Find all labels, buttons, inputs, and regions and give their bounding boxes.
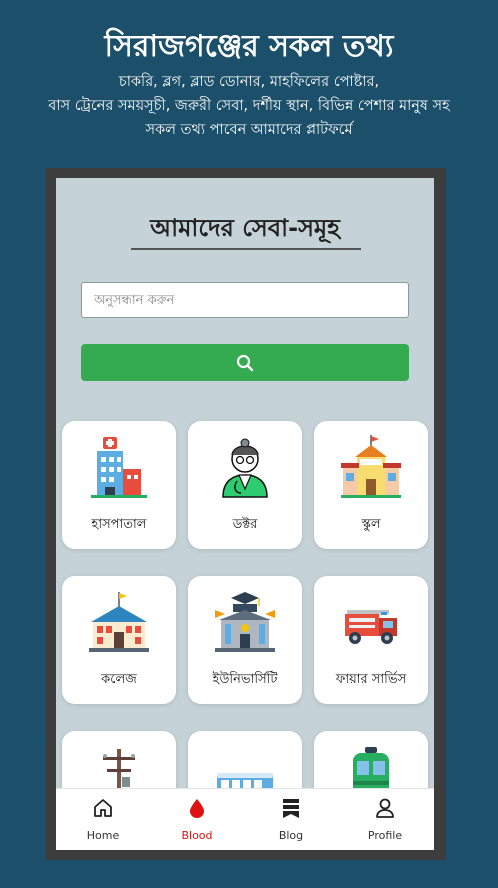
promo-subtitle: চাকরি, ব্লগ, ব্লাড ডোনার, মাহফিলের পোষ্ট…: [0, 70, 498, 142]
college-icon: [89, 592, 149, 652]
service-label: ফায়ার সার্ভিস: [335, 672, 407, 687]
hospital-icon: [91, 437, 147, 498]
blog-icon: [283, 799, 299, 818]
nav-blood[interactable]: Blood: [150, 789, 244, 850]
phone-frame: আমাদের সেবা-সমূহ অনুসন্ধান করুন হাসপাতাল…: [46, 168, 446, 860]
promo-line: সকল তথ্য পাবেন আমাদের প্লাটফর্মে: [145, 122, 353, 138]
nav-profile[interactable]: Profile: [338, 789, 432, 850]
service-card-fire-service[interactable]: ফায়ার সার্ভিস: [314, 576, 428, 704]
service-label: কলেজ: [101, 672, 137, 687]
service-card-school[interactable]: স্কুল: [314, 421, 428, 549]
nav-label: Home: [86, 829, 120, 842]
service-label: হাসপাতাল: [91, 517, 147, 532]
service-card-university[interactable]: ইউনিভার্সিটি: [188, 576, 302, 704]
nav-home[interactable]: Home: [56, 789, 150, 850]
nav-label: Blood: [181, 829, 213, 842]
service-card-hospital[interactable]: হাসপাতাল: [62, 421, 176, 549]
university-icon: [215, 592, 275, 652]
search-button[interactable]: [81, 344, 409, 381]
service-card-doctor[interactable]: ডক্টর: [188, 421, 302, 549]
service-card-college[interactable]: কলেজ: [62, 576, 176, 704]
title-underline: [131, 248, 361, 250]
fire-truck-icon: [345, 610, 397, 644]
promo-line: বাস ট্রেনের সময়সূচী, জরুরী সেবা, দর্শীয…: [48, 98, 450, 114]
profile-icon: [376, 798, 394, 818]
service-label: ইউনিভার্সিটি: [212, 672, 278, 687]
promo-title: সিরাজগঞ্জের সকল তথ্য: [104, 29, 394, 64]
nav-label: Profile: [367, 829, 403, 842]
page-title: আমাদের সেবা-সমূহ: [150, 214, 340, 242]
service-label: স্কুল: [361, 517, 381, 532]
doctor-icon: [222, 438, 268, 498]
search-input[interactable]: [81, 282, 409, 318]
school-icon: [341, 435, 401, 498]
service-label: ডক্টর: [232, 517, 258, 532]
bottom-nav: Home Blood Blog Profile: [56, 788, 434, 850]
search-icon: [236, 354, 254, 371]
home-icon: [94, 799, 112, 817]
nav-blog[interactable]: Blog: [244, 789, 338, 850]
blood-drop-icon: [190, 799, 204, 818]
app-screen: আমাদের সেবা-সমূহ অনুসন্ধান করুন হাসপাতাল…: [56, 178, 434, 850]
promo-line: চাকরি, ব্লগ, ব্লাড ডোনার, মাহফিলের পোষ্ট…: [118, 74, 380, 90]
nav-label: Blog: [278, 829, 304, 842]
